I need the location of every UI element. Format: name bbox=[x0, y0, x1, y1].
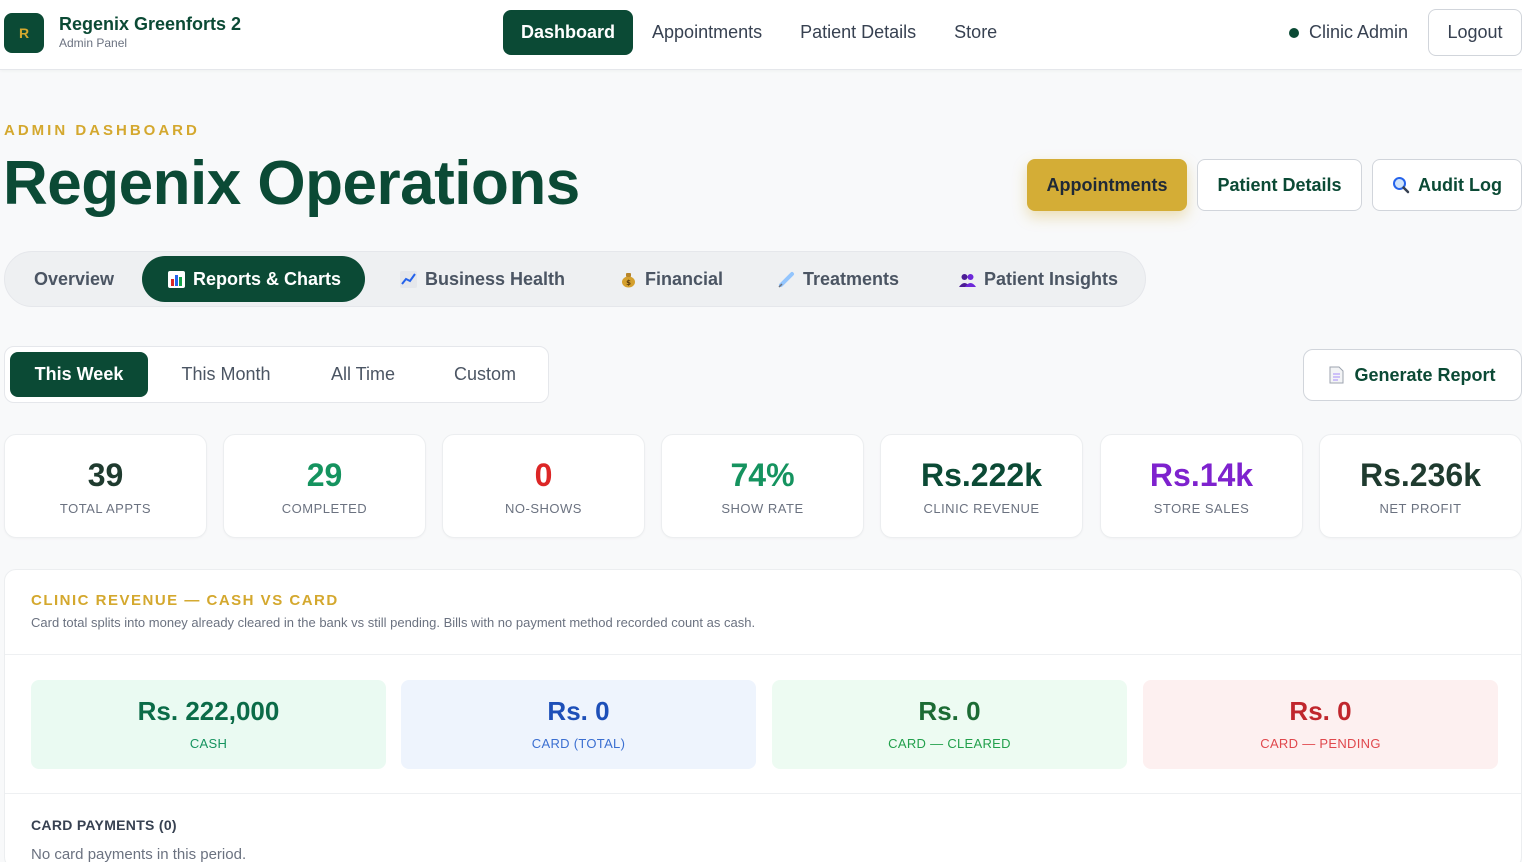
stat-value: Rs.236k bbox=[1360, 457, 1481, 493]
revenue-value: Rs. 222,000 bbox=[137, 696, 280, 726]
tab-insights-label: Patient Insights bbox=[984, 268, 1119, 289]
stat-value: 0 bbox=[534, 457, 553, 493]
stat-card-store-sales: Rs.14k STORE SALES bbox=[1100, 434, 1303, 538]
svg-text:$: $ bbox=[626, 279, 631, 287]
period-this-month[interactable]: This Month bbox=[155, 352, 297, 397]
bar-chart-icon bbox=[168, 270, 185, 288]
nav-patient-details[interactable]: Patient Details bbox=[781, 10, 935, 55]
stat-card-completed: 29 COMPLETED bbox=[223, 434, 426, 538]
tab-financial-label: Financial bbox=[645, 268, 724, 289]
stat-value: 29 bbox=[306, 457, 343, 493]
stat-card-no-shows: 0 NO-SHOWS bbox=[442, 434, 645, 538]
tab-financial[interactable]: $ Financial bbox=[620, 256, 723, 302]
stat-value: 39 bbox=[87, 457, 124, 493]
stat-card-show-rate: 74% SHOW RATE bbox=[661, 434, 864, 538]
period-selector: This Week This Month All Time Custom bbox=[4, 346, 549, 403]
trend-chart-icon bbox=[400, 270, 417, 288]
revenue-value: Rs. 0 bbox=[547, 696, 610, 726]
users-icon bbox=[959, 273, 976, 287]
revenue-card-card-total: Rs. 0 CARD (TOTAL) bbox=[401, 680, 756, 769]
stat-label: STORE SALES bbox=[1153, 501, 1250, 516]
panel-description: Card total splits into money already cle… bbox=[31, 615, 756, 630]
generate-report-label: Generate Report bbox=[1354, 364, 1496, 385]
syringe-icon bbox=[778, 271, 794, 288]
brand-logo[interactable]: R bbox=[4, 13, 44, 53]
stat-value: Rs.222k bbox=[921, 457, 1042, 493]
revenue-label: CASH bbox=[189, 736, 228, 751]
revenue-value: Rs. 0 bbox=[1289, 696, 1352, 726]
divider bbox=[5, 654, 1521, 655]
stat-label: COMPLETED bbox=[281, 501, 368, 516]
online-status-dot bbox=[1289, 28, 1299, 38]
audit-log-button[interactable]: Audit Log bbox=[1372, 159, 1522, 211]
tab-treatments[interactable]: Treatments bbox=[778, 256, 899, 302]
revenue-label: CARD — CLEARED bbox=[888, 736, 1011, 751]
appointments-button[interactable]: Appointments bbox=[1027, 159, 1187, 211]
tab-reports-charts[interactable]: Reports & Charts bbox=[142, 256, 366, 302]
nav-store[interactable]: Store bbox=[935, 10, 1016, 55]
revenue-value: Rs. 0 bbox=[918, 696, 981, 726]
magnifier-icon bbox=[1393, 177, 1410, 194]
stat-value: Rs.14k bbox=[1149, 457, 1254, 493]
tab-treatments-label: Treatments bbox=[803, 268, 900, 289]
stat-card-total-appts: 39 TOTAL APPTS bbox=[4, 434, 207, 538]
stat-label: NET PROFIT bbox=[1379, 501, 1462, 516]
document-icon bbox=[1329, 366, 1344, 384]
period-this-week[interactable]: This Week bbox=[10, 352, 148, 397]
card-payments-empty: No card payments in this period. bbox=[31, 846, 247, 862]
stat-card-clinic-revenue: Rs.222k CLINIC REVENUE bbox=[880, 434, 1083, 538]
period-custom[interactable]: Custom bbox=[429, 352, 541, 397]
stat-value: 74% bbox=[730, 457, 795, 493]
nav-dashboard[interactable]: Dashboard bbox=[503, 10, 634, 55]
generate-report-button[interactable]: Generate Report bbox=[1303, 349, 1522, 401]
panel-title: CLINIC REVENUE — CASH VS CARD bbox=[31, 592, 339, 609]
tab-business-label: Business Health bbox=[425, 268, 566, 289]
period-all-time[interactable]: All Time bbox=[305, 352, 421, 397]
nav-appointments[interactable]: Appointments bbox=[633, 10, 781, 55]
tab-patient-insights[interactable]: Patient Insights bbox=[959, 256, 1118, 302]
brand-subtitle: Admin Panel bbox=[59, 36, 128, 50]
stat-card-net-profit: Rs.236k NET PROFIT bbox=[1319, 434, 1522, 538]
patient-details-button[interactable]: Patient Details bbox=[1197, 159, 1362, 211]
revenue-card-card-cleared: Rs. 0 CARD — CLEARED bbox=[772, 680, 1127, 769]
dashboard-tabs: Overview Reports & Charts Business Healt… bbox=[4, 251, 1146, 307]
page-eyebrow: ADMIN DASHBOARD bbox=[4, 122, 200, 139]
stat-label: TOTAL APPTS bbox=[59, 501, 152, 516]
top-bar: R Regenix Greenforts 2 Admin Panel Dashb… bbox=[0, 0, 1522, 70]
page-title: Regenix Operations bbox=[3, 149, 580, 218]
divider bbox=[5, 793, 1521, 794]
tab-reports-label: Reports & Charts bbox=[193, 268, 342, 289]
revenue-card-cash: Rs. 222,000 CASH bbox=[31, 680, 386, 769]
revenue-card-card-pending: Rs. 0 CARD — PENDING bbox=[1143, 680, 1498, 769]
revenue-label: CARD — PENDING bbox=[1260, 736, 1381, 751]
stat-label: CLINIC REVENUE bbox=[923, 501, 1040, 516]
stat-label: SHOW RATE bbox=[721, 501, 804, 516]
clinic-revenue-panel: CLINIC REVENUE — CASH VS CARD Card total… bbox=[4, 569, 1522, 862]
tab-overview-label: Overview bbox=[34, 268, 115, 289]
money-bag-icon: $ bbox=[622, 272, 635, 287]
tab-business-health[interactable]: Business Health bbox=[400, 256, 565, 302]
card-payments-title: CARD PAYMENTS (0) bbox=[31, 817, 177, 833]
revenue-label: CARD (TOTAL) bbox=[531, 736, 626, 751]
main-nav: Dashboard Appointments Patient Details S… bbox=[503, 10, 1016, 55]
logout-button[interactable]: Logout bbox=[1428, 9, 1522, 56]
brand-title: Regenix Greenforts 2 bbox=[59, 14, 242, 34]
user-name: Clinic Admin bbox=[1309, 22, 1409, 42]
audit-log-label: Audit Log bbox=[1418, 174, 1502, 195]
stat-label: NO-SHOWS bbox=[505, 501, 582, 516]
tab-overview[interactable]: Overview bbox=[34, 256, 114, 302]
